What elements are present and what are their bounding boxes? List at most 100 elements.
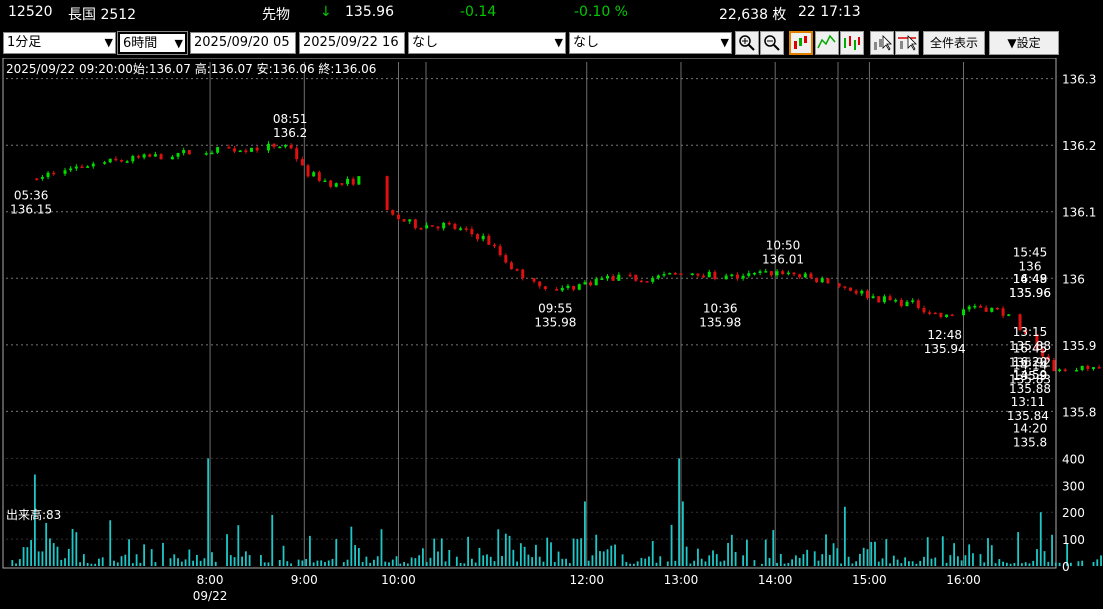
zoom-out-button[interactable] <box>760 31 784 55</box>
volume-bar <box>715 554 718 566</box>
volume-bar <box>124 554 127 566</box>
candle-body <box>645 281 649 283</box>
annotation-time: 10:36 <box>703 302 738 316</box>
candle-body <box>606 275 610 279</box>
volume-bar <box>727 542 729 566</box>
volume-bar <box>248 555 251 566</box>
indicator-select-2[interactable]: なし ▼ <box>569 32 732 54</box>
volume-bar <box>904 557 907 566</box>
span-select[interactable]: 6時間 ▼ <box>117 31 188 55</box>
annotation-value: 136.01 <box>762 253 804 267</box>
candle-body <box>103 162 107 164</box>
volume-bar <box>1024 562 1027 566</box>
volume-bar <box>211 552 213 566</box>
annotation-time: 15:45 <box>1013 245 1048 259</box>
date-to-value: 2025/09/22 16 <box>303 35 399 50</box>
bar-mode-button[interactable] <box>840 31 864 55</box>
candle-body <box>724 275 728 280</box>
instrument-kind: 先物 <box>262 7 290 23</box>
annotation-time: 10:50 <box>766 239 801 253</box>
date-to-input[interactable]: 2025/09/22 16 <box>299 32 405 54</box>
volume-bar <box>391 559 394 566</box>
candle-body <box>476 234 480 240</box>
volume-label: 出来高:83 <box>6 507 61 522</box>
candle-body <box>1086 365 1090 369</box>
candle-body <box>747 273 751 276</box>
time-tick-label: 16:00 <box>946 573 981 587</box>
annotation-time: 12:48 <box>927 328 962 342</box>
indicator-select-1[interactable]: なし ▼ <box>408 32 566 54</box>
annotation-1036: 10:36135.98 <box>699 302 741 330</box>
annotation-1248: 12:48135.94 <box>924 328 966 356</box>
zoom-in-button[interactable] <box>735 31 759 55</box>
cursor-icon <box>874 35 892 51</box>
volume-bar <box>587 560 590 566</box>
time-tick-label: 15:00 <box>852 573 887 587</box>
volume-bar <box>214 561 217 566</box>
indicator-2-value: なし <box>573 35 600 50</box>
volume-bar <box>908 561 910 566</box>
volume-bar <box>67 548 70 566</box>
candle-body <box>566 285 570 288</box>
volume-bar <box>632 563 635 566</box>
candle-body <box>905 301 909 307</box>
volume-bar <box>934 557 937 566</box>
volume-bar <box>131 563 134 566</box>
candle-body <box>815 277 819 283</box>
full-view-button[interactable]: 全件表示 <box>923 31 985 55</box>
zoom-in-icon <box>739 35 755 51</box>
volume-bar <box>467 536 470 566</box>
candle-body <box>227 147 231 149</box>
volume-bar <box>546 537 549 566</box>
candle-body <box>916 300 920 309</box>
candle-body <box>775 271 779 276</box>
volume-bar <box>923 556 925 566</box>
volume-bar <box>286 561 289 566</box>
cursor-tool-button[interactable] <box>870 31 894 55</box>
volume-bar <box>719 561 722 566</box>
volume-bar <box>794 555 797 566</box>
volume-bar <box>429 557 432 566</box>
volume-bar <box>376 556 379 566</box>
candle-body <box>357 176 361 185</box>
annotation-time: 16:45 <box>1013 342 1048 356</box>
volume-bar <box>655 562 658 566</box>
candle-body <box>1001 308 1005 316</box>
volume-bar <box>712 550 714 566</box>
candle-body <box>1007 314 1011 316</box>
interval-select[interactable]: 1分足 ▼ <box>3 32 116 54</box>
candle-body <box>572 285 576 290</box>
candle-body <box>250 147 254 152</box>
indicator-1-value: なし <box>412 35 439 50</box>
candle-body <box>555 289 559 291</box>
line-mode-button[interactable] <box>815 31 839 55</box>
chevron-down-icon: ▼ <box>720 36 729 49</box>
volume-bar <box>772 530 775 566</box>
volume-bar <box>602 551 605 566</box>
volume-bar <box>708 555 711 566</box>
candlestick-mode-button[interactable] <box>789 31 813 55</box>
candle-body <box>781 271 785 275</box>
crosshair-tool-button[interactable] <box>895 31 919 55</box>
volume-bar <box>455 556 458 566</box>
volume-bar <box>486 554 488 566</box>
settings-button[interactable]: ▼設定 <box>989 31 1059 55</box>
price-chart[interactable]: 05:36136.1508:51136.209:55135.9810:36135… <box>0 58 1103 609</box>
date-from-input[interactable]: 2025/09/20 05 <box>190 32 296 54</box>
volume-bar <box>666 561 669 566</box>
candle-body <box>419 228 423 230</box>
last-price: 135.96 <box>345 4 394 20</box>
annotation-time: 13:15 <box>1013 325 1048 339</box>
volume-bar <box>22 547 25 566</box>
volume-bar <box>388 562 390 566</box>
candle-body <box>459 228 463 230</box>
volume-bar <box>685 546 688 566</box>
candle-body <box>843 286 847 288</box>
volume-bar <box>497 529 500 566</box>
candle-body <box>436 226 440 229</box>
candle-body <box>990 307 994 312</box>
volume-bar <box>316 560 319 566</box>
annotation-time: 16:48 <box>1013 272 1048 286</box>
volume-bar <box>881 558 884 566</box>
candle-body <box>1075 370 1079 372</box>
